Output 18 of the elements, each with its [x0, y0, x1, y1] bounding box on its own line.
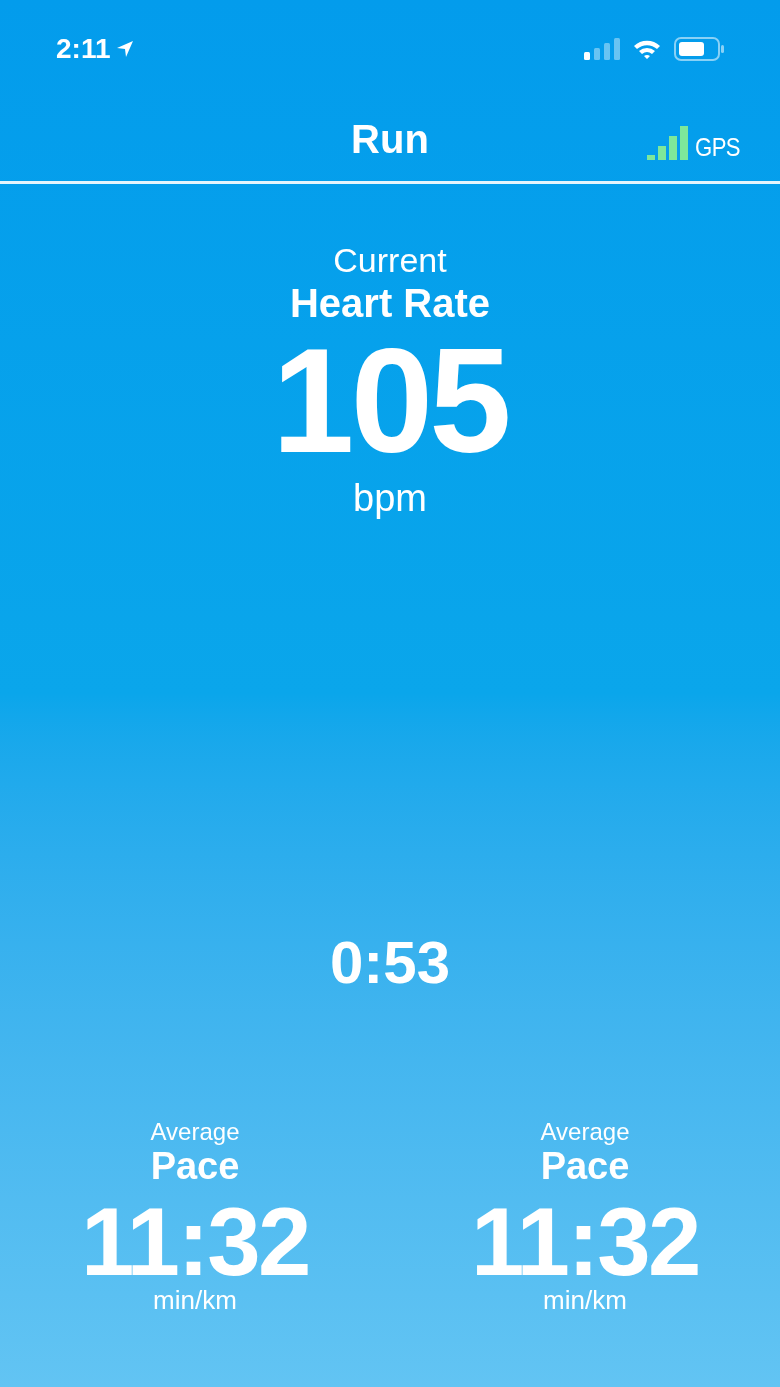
heart-rate-value: 105: [272, 326, 508, 476]
wifi-icon: [632, 38, 662, 60]
gps-label: GPS: [695, 134, 741, 160]
metric-unit: min/km: [153, 1286, 237, 1314]
metric-caption: Average: [150, 1118, 240, 1146]
metric-unit: min/km: [543, 1286, 627, 1314]
screen-title: Run: [351, 115, 429, 163]
heart-rate-caption: Current: [333, 240, 447, 280]
heart-rate-label: Heart Rate: [289, 280, 491, 326]
heart-rate-unit: bpm: [353, 476, 427, 520]
metric-caption: Average: [540, 1118, 630, 1146]
cellular-signal-icon: [584, 38, 620, 60]
metric-label: Pace: [150, 1146, 240, 1186]
battery-icon: [674, 37, 724, 61]
status-time: 2:11: [56, 32, 111, 66]
metric-label: Pace: [540, 1146, 630, 1186]
gps-signal-icon: [647, 126, 690, 160]
elapsed-time: 0:53: [329, 928, 451, 998]
